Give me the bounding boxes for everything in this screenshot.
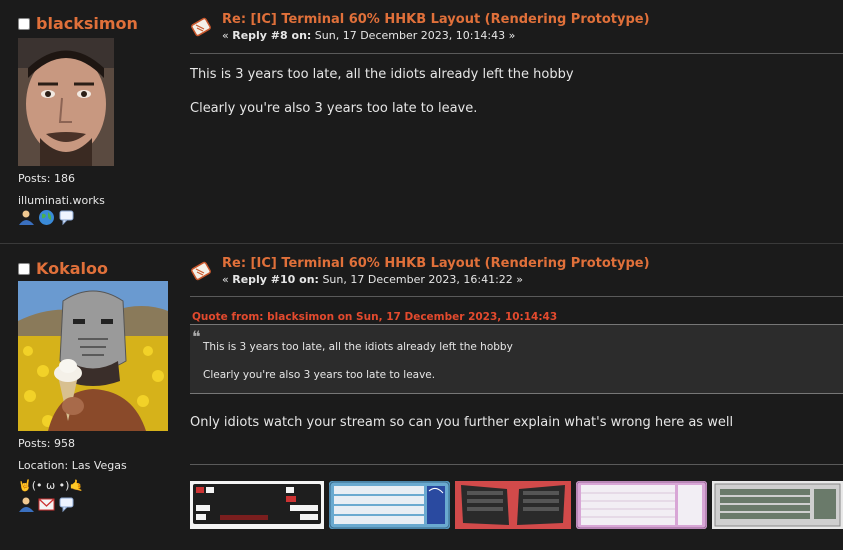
reply-date: Sun, 17 December 2023, 10:14:43 » bbox=[314, 29, 516, 42]
username-row: blacksimon bbox=[18, 14, 138, 33]
reply-prefix: « bbox=[222, 29, 229, 42]
post-subject-link[interactable]: Re: [IC] Terminal 60% HHKB Layout (Rende… bbox=[222, 256, 650, 271]
reply-number[interactable]: Reply #10 on: bbox=[232, 273, 319, 286]
keyboard-image-4 bbox=[576, 481, 707, 529]
post-body-line-2: Clearly you're also 3 years too late to … bbox=[190, 101, 478, 116]
post-topic-icon bbox=[190, 16, 212, 38]
post-topic-icon bbox=[190, 260, 212, 282]
quote-line-2: Clearly you're also 3 years too late to … bbox=[203, 369, 436, 381]
quote-mark-icon: ❝ bbox=[192, 327, 201, 346]
keyboard-image-1 bbox=[190, 481, 324, 529]
post-reply-10: Kokaloo Posts: 958 Location: Las Vegas 🤘… bbox=[0, 243, 843, 550]
post-header: Re: [IC] Terminal 60% HHKB Layout (Rende… bbox=[190, 12, 650, 42]
poster-info-panel: Kokaloo Posts: 958 Location: Las Vegas 🤘… bbox=[0, 244, 180, 550]
website-link[interactable]: illuminati.works bbox=[18, 194, 105, 207]
header-separator bbox=[190, 53, 843, 54]
location: Location: Las Vegas bbox=[18, 459, 127, 472]
posts-count: Posts: 186 bbox=[18, 172, 75, 185]
poster-icons bbox=[18, 496, 75, 513]
email-icon[interactable] bbox=[38, 496, 55, 513]
profile-icon[interactable] bbox=[18, 209, 35, 226]
posts-count: Posts: 958 bbox=[18, 437, 75, 450]
globe-icon[interactable] bbox=[38, 209, 55, 226]
reply-info: « Reply #10 on: Sun, 17 December 2023, 1… bbox=[222, 273, 650, 286]
select-post-checkbox[interactable] bbox=[18, 262, 30, 275]
post-reply-8: blacksimon Posts: 186 illuminati.works R… bbox=[0, 0, 843, 243]
avatar bbox=[18, 281, 168, 431]
quote-header-link[interactable]: Quote from: blacksimon on Sun, 17 Decemb… bbox=[192, 311, 557, 323]
select-post-checkbox[interactable] bbox=[18, 17, 30, 30]
username-link[interactable]: blacksimon bbox=[36, 14, 138, 33]
speech-bubble-icon[interactable] bbox=[58, 496, 75, 513]
speech-bubble-icon[interactable] bbox=[58, 209, 75, 226]
reply-prefix: « bbox=[222, 273, 229, 286]
reply-info: « Reply #8 on: Sun, 17 December 2023, 10… bbox=[222, 29, 650, 42]
post-body-line-1: This is 3 years too late, all the idiots… bbox=[190, 67, 574, 82]
username-link[interactable]: Kokaloo bbox=[36, 259, 108, 278]
post-header: Re: [IC] Terminal 60% HHKB Layout (Rende… bbox=[190, 256, 650, 286]
poster-icons bbox=[18, 209, 75, 226]
custom-title-emoticon: 🤘(• ω •)🤙 bbox=[18, 479, 84, 492]
signature-separator bbox=[190, 464, 843, 465]
username-row: Kokaloo bbox=[18, 259, 108, 278]
header-separator bbox=[190, 296, 843, 297]
profile-icon[interactable] bbox=[18, 496, 35, 513]
keyboard-image-2 bbox=[329, 481, 450, 529]
avatar bbox=[18, 38, 114, 166]
post-subject-link[interactable]: Re: [IC] Terminal 60% HHKB Layout (Rende… bbox=[222, 12, 650, 27]
keyboard-image-5 bbox=[712, 481, 843, 529]
keyboard-image-3 bbox=[455, 481, 571, 529]
poster-info-panel: blacksimon Posts: 186 illuminati.works bbox=[0, 0, 180, 243]
reply-date: Sun, 17 December 2023, 16:41:22 » bbox=[322, 273, 524, 286]
post-body: Only idiots watch your stream so can you… bbox=[190, 415, 734, 430]
reply-number[interactable]: Reply #8 on: bbox=[232, 29, 311, 42]
quote-line-1: This is 3 years too late, all the idiots… bbox=[203, 341, 513, 353]
quote-block: ❝ This is 3 years too late, all the idio… bbox=[190, 324, 843, 394]
